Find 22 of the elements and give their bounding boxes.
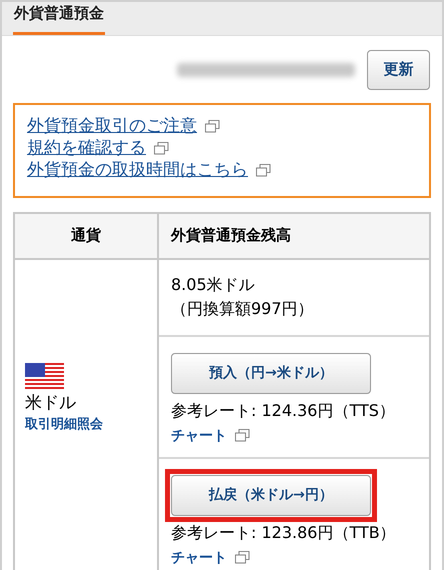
- notice-link[interactable]: 規約を確認する: [27, 138, 146, 158]
- column-header: 外貨普通預金残高: [170, 225, 292, 246]
- yen-equivalent: （円換算額997円）: [171, 298, 314, 320]
- new-window-icon: [235, 428, 250, 442]
- balance-text: 8.05米ドル: [171, 274, 255, 296]
- rate-text: 参考レート: 124.36円（TTS）: [171, 400, 395, 422]
- currency-name: 米ドル: [25, 392, 77, 416]
- exchange-button[interactable]: 預入（円→米ドル）: [171, 352, 371, 394]
- new-window-icon: [154, 142, 169, 154]
- flag-icon: [25, 363, 64, 390]
- exchange-button[interactable]: 払戻（米ドル→円）: [171, 474, 371, 516]
- column-header: 通貨: [15, 214, 159, 258]
- chart-link[interactable]: チャート: [171, 428, 227, 444]
- refresh-button[interactable]: 更新: [367, 50, 430, 90]
- detail-link[interactable]: 取引明細照会: [25, 415, 157, 435]
- notice-link[interactable]: 外貨預金の取扱時間はこちら: [27, 160, 248, 180]
- new-window-icon: [256, 164, 271, 176]
- new-window-icon: [205, 120, 220, 132]
- chart-link[interactable]: チャート: [171, 550, 227, 566]
- new-window-icon: [235, 550, 250, 564]
- notice-link[interactable]: 外貨預金取引のご注意: [27, 116, 197, 136]
- rate-text: 参考レート: 123.86円（TTB）: [171, 522, 396, 544]
